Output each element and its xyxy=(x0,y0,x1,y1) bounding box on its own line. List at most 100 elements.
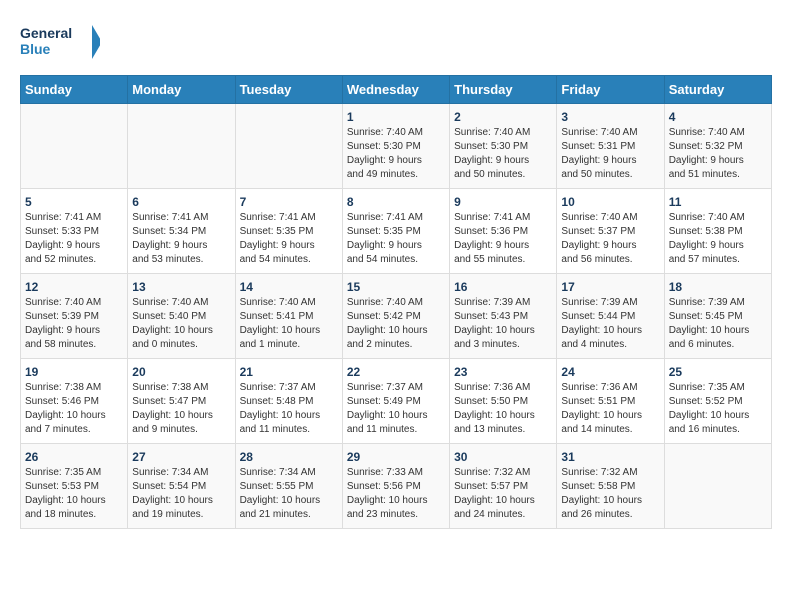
day-cell: 1Sunrise: 7:40 AM Sunset: 5:30 PM Daylig… xyxy=(342,104,449,189)
day-cell: 9 Sunrise: 7:41 AM Sunset: 5:36 PM Daylig… xyxy=(450,189,557,274)
header-cell-tuesday: Tuesday xyxy=(235,76,342,104)
day-number: 1 xyxy=(347,110,445,124)
day-info: Sunrise: 7:40 AM Sunset: 5:37 PM Dayligh… xyxy=(561,211,659,267)
calendar-table: SundayMondayTuesdayWednesdayThursdayFrid… xyxy=(20,75,772,529)
day-cell xyxy=(664,444,771,529)
day-cell: 17 Sunrise: 7:39 AM Sunset: 5:44 PM Dayli… xyxy=(557,274,664,359)
day-number: 13 xyxy=(132,280,230,294)
header-row: SundayMondayTuesdayWednesdayThursdayFrid… xyxy=(21,76,772,104)
day-info: Sunrise: 7:35 AM Sunset: 5:53 PM Dayligh… xyxy=(25,466,123,522)
day-info: Sunrise: 7:40 AM Sunset: 5:31 PM Dayligh… xyxy=(561,126,659,182)
day-info: Sunrise: 7:39 AM Sunset: 5:43 PM Dayligh… xyxy=(454,296,552,352)
day-info: Sunrise: 7:41 AM Sunset: 5:33 PM Dayligh… xyxy=(25,211,123,267)
day-cell: 16 Sunrise: 7:39 AM Sunset: 5:43 PM Dayli… xyxy=(450,274,557,359)
day-number: 8 xyxy=(347,195,445,209)
header-cell-friday: Friday xyxy=(557,76,664,104)
day-cell: 6 Sunrise: 7:41 AM Sunset: 5:34 PM Daylig… xyxy=(128,189,235,274)
day-cell: 8 Sunrise: 7:41 AM Sunset: 5:35 PM Daylig… xyxy=(342,189,449,274)
week-row-3: 12 Sunrise: 7:40 AM Sunset: 5:39 PM Dayli… xyxy=(21,274,772,359)
page-header: General Blue xyxy=(20,20,772,65)
day-cell: 23 Sunrise: 7:36 AM Sunset: 5:50 PM Dayli… xyxy=(450,359,557,444)
day-info: Sunrise: 7:41 AM Sunset: 5:35 PM Dayligh… xyxy=(240,211,338,267)
day-number: 4 xyxy=(669,110,767,124)
day-cell: 29Sunrise: 7:33 AM Sunset: 5:56 PM Dayli… xyxy=(342,444,449,529)
day-number: 6 xyxy=(132,195,230,209)
day-number: 11 xyxy=(669,195,767,209)
day-cell: 26Sunrise: 7:35 AM Sunset: 5:53 PM Dayli… xyxy=(21,444,128,529)
day-info: Sunrise: 7:41 AM Sunset: 5:34 PM Dayligh… xyxy=(132,211,230,267)
day-info: Sunrise: 7:40 AM Sunset: 5:30 PM Dayligh… xyxy=(454,126,552,182)
day-info: Sunrise: 7:36 AM Sunset: 5:50 PM Dayligh… xyxy=(454,381,552,437)
day-number: 5 xyxy=(25,195,123,209)
day-number: 7 xyxy=(240,195,338,209)
day-cell: 15Sunrise: 7:40 AM Sunset: 5:42 PM Dayli… xyxy=(342,274,449,359)
day-info: Sunrise: 7:36 AM Sunset: 5:51 PM Dayligh… xyxy=(561,381,659,437)
day-cell: 4 Sunrise: 7:40 AM Sunset: 5:32 PM Daylig… xyxy=(664,104,771,189)
day-cell: 20 Sunrise: 7:38 AM Sunset: 5:47 PM Dayli… xyxy=(128,359,235,444)
day-info: Sunrise: 7:40 AM Sunset: 5:40 PM Dayligh… xyxy=(132,296,230,352)
day-cell: 12 Sunrise: 7:40 AM Sunset: 5:39 PM Dayli… xyxy=(21,274,128,359)
day-number: 9 xyxy=(454,195,552,209)
day-info: Sunrise: 7:35 AM Sunset: 5:52 PM Dayligh… xyxy=(669,381,767,437)
day-cell xyxy=(21,104,128,189)
day-info: Sunrise: 7:39 AM Sunset: 5:45 PM Dayligh… xyxy=(669,296,767,352)
calendar-header: SundayMondayTuesdayWednesdayThursdayFrid… xyxy=(21,76,772,104)
day-cell: 30Sunrise: 7:32 AM Sunset: 5:57 PM Dayli… xyxy=(450,444,557,529)
day-cell: 14 Sunrise: 7:40 AM Sunset: 5:41 PM Dayli… xyxy=(235,274,342,359)
logo-svg: General Blue xyxy=(20,20,100,65)
day-cell: 18 Sunrise: 7:39 AM Sunset: 5:45 PM Dayli… xyxy=(664,274,771,359)
day-cell: 5 Sunrise: 7:41 AM Sunset: 5:33 PM Daylig… xyxy=(21,189,128,274)
day-info: Sunrise: 7:40 AM Sunset: 5:39 PM Dayligh… xyxy=(25,296,123,352)
day-number: 24 xyxy=(561,365,659,379)
svg-text:Blue: Blue xyxy=(20,41,51,57)
day-cell: 31 Sunrise: 7:32 AM Sunset: 5:58 PM Dayli… xyxy=(557,444,664,529)
day-number: 20 xyxy=(132,365,230,379)
day-cell: 27 Sunrise: 7:34 AM Sunset: 5:54 PM Dayli… xyxy=(128,444,235,529)
day-info: Sunrise: 7:34 AM Sunset: 5:54 PM Dayligh… xyxy=(132,466,230,522)
day-cell: 10Sunrise: 7:40 AM Sunset: 5:37 PM Dayli… xyxy=(557,189,664,274)
day-info: Sunrise: 7:32 AM Sunset: 5:58 PM Dayligh… xyxy=(561,466,659,522)
day-info: Sunrise: 7:33 AM Sunset: 5:56 PM Dayligh… xyxy=(347,466,445,522)
day-cell: 7 Sunrise: 7:41 AM Sunset: 5:35 PM Daylig… xyxy=(235,189,342,274)
day-cell: 19Sunrise: 7:38 AM Sunset: 5:46 PM Dayli… xyxy=(21,359,128,444)
day-number: 19 xyxy=(25,365,123,379)
day-info: Sunrise: 7:41 AM Sunset: 5:35 PM Dayligh… xyxy=(347,211,445,267)
day-cell: 13 Sunrise: 7:40 AM Sunset: 5:40 PM Dayli… xyxy=(128,274,235,359)
week-row-2: 5 Sunrise: 7:41 AM Sunset: 5:33 PM Daylig… xyxy=(21,189,772,274)
day-info: Sunrise: 7:37 AM Sunset: 5:49 PM Dayligh… xyxy=(347,381,445,437)
day-cell: 25 Sunrise: 7:35 AM Sunset: 5:52 PM Dayli… xyxy=(664,359,771,444)
week-row-1: 1 Sunrise: 7:40 AM Sunset: 5:30 PM Daylig… xyxy=(21,104,772,189)
header-cell-thursday: Thursday xyxy=(450,76,557,104)
header-cell-saturday: Saturday xyxy=(664,76,771,104)
day-info: Sunrise: 7:41 AM Sunset: 5:36 PM Dayligh… xyxy=(454,211,552,267)
day-cell xyxy=(128,104,235,189)
day-number: 25 xyxy=(669,365,767,379)
day-number: 2 xyxy=(454,110,552,124)
day-number: 17 xyxy=(561,280,659,294)
day-cell: 11Sunrise: 7:40 AM Sunset: 5:38 PM Dayli… xyxy=(664,189,771,274)
day-cell: 22 Sunrise: 7:37 AM Sunset: 5:49 PM Dayli… xyxy=(342,359,449,444)
day-info: Sunrise: 7:37 AM Sunset: 5:48 PM Dayligh… xyxy=(240,381,338,437)
day-number: 18 xyxy=(669,280,767,294)
week-row-4: 19Sunrise: 7:38 AM Sunset: 5:46 PM Dayli… xyxy=(21,359,772,444)
day-number: 27 xyxy=(132,450,230,464)
day-info: Sunrise: 7:40 AM Sunset: 5:41 PM Dayligh… xyxy=(240,296,338,352)
calendar-body: 1 Sunrise: 7:40 AM Sunset: 5:30 PM Daylig… xyxy=(21,104,772,529)
day-info: Sunrise: 7:38 AM Sunset: 5:47 PM Dayligh… xyxy=(132,381,230,437)
day-number: 22 xyxy=(347,365,445,379)
day-number: 14 xyxy=(240,280,338,294)
day-info: Sunrise: 7:34 AM Sunset: 5:55 PM Dayligh… xyxy=(240,466,338,522)
svg-text:General: General xyxy=(20,25,72,41)
week-row-5: 26Sunrise: 7:35 AM Sunset: 5:53 PM Dayli… xyxy=(21,444,772,529)
day-info: Sunrise: 7:39 AM Sunset: 5:44 PM Dayligh… xyxy=(561,296,659,352)
day-info: Sunrise: 7:32 AM Sunset: 5:57 PM Dayligh… xyxy=(454,466,552,522)
day-number: 31 xyxy=(561,450,659,464)
day-cell: 24 Sunrise: 7:36 AM Sunset: 5:51 PM Dayli… xyxy=(557,359,664,444)
header-cell-sunday: Sunday xyxy=(21,76,128,104)
day-number: 3 xyxy=(561,110,659,124)
day-number: 12 xyxy=(25,280,123,294)
day-info: Sunrise: 7:40 AM Sunset: 5:32 PM Dayligh… xyxy=(669,126,767,182)
day-number: 23 xyxy=(454,365,552,379)
day-number: 16 xyxy=(454,280,552,294)
header-cell-wednesday: Wednesday xyxy=(342,76,449,104)
